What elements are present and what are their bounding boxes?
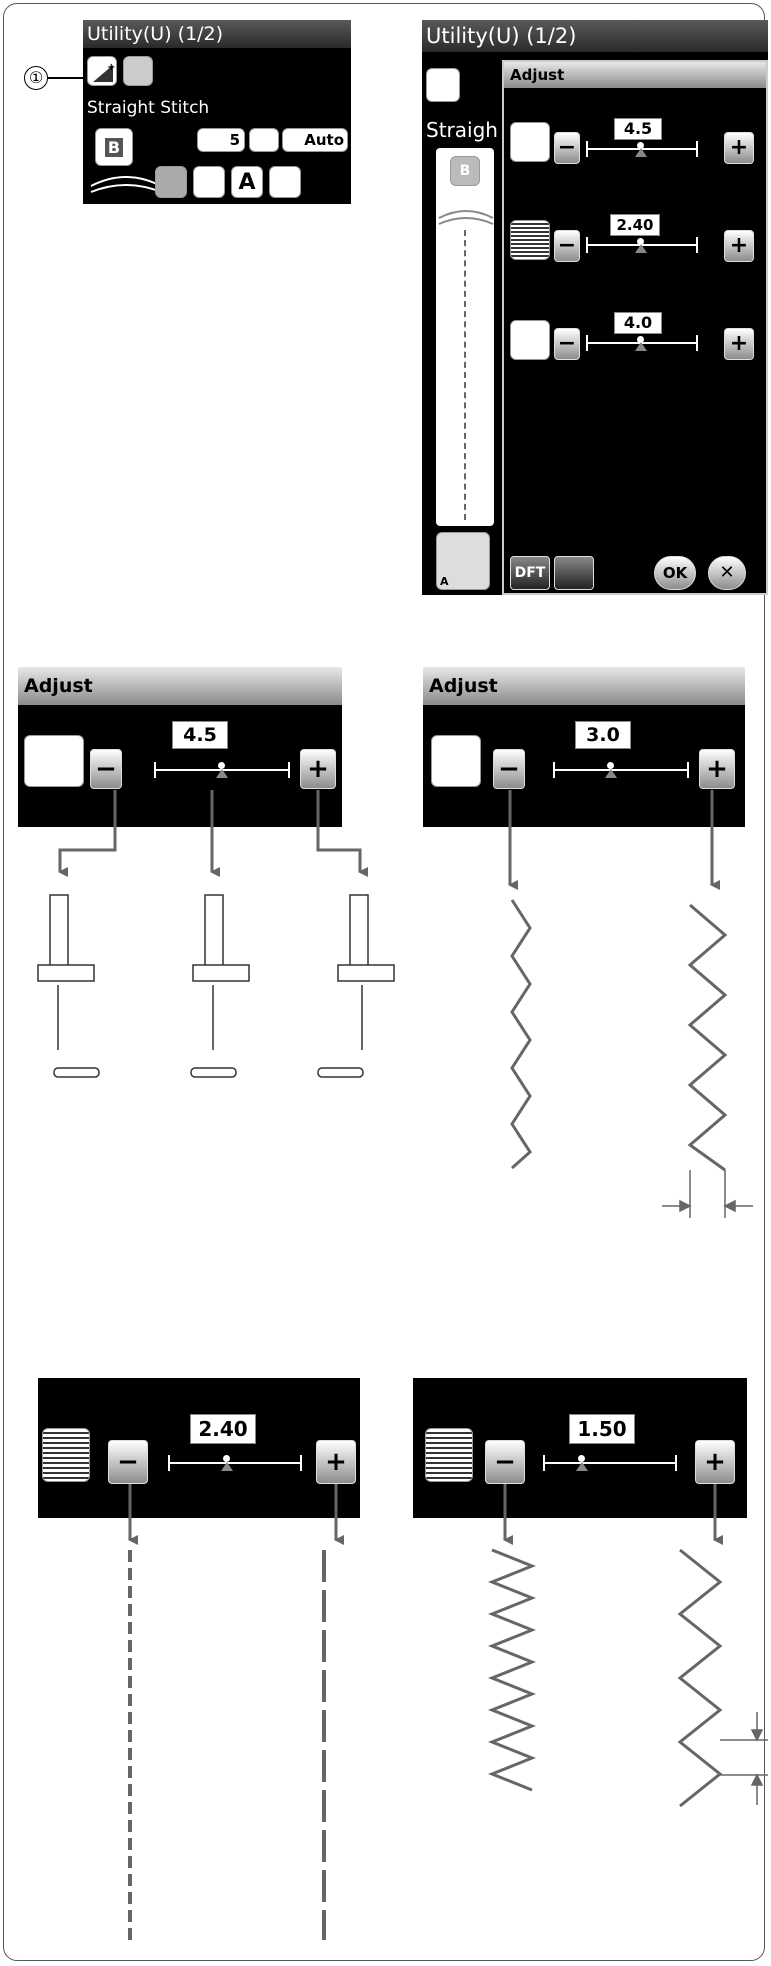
illustrations-bottom [128,1484,768,1940]
zigzag-dense [487,1548,537,1792]
zigzag-sparse [677,1548,723,1808]
